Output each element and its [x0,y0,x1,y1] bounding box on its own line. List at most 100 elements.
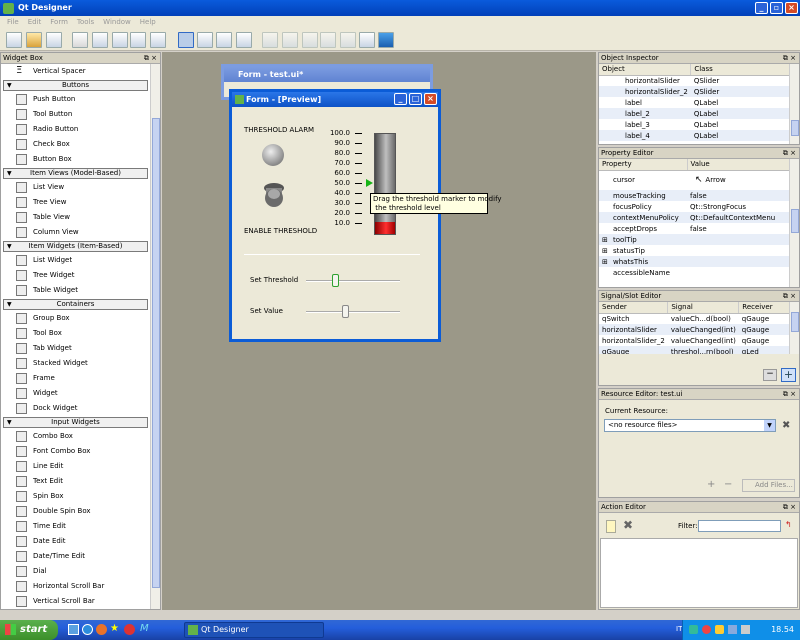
property-editor-row[interactable]: accessibleName [599,267,791,278]
widget-item-frame[interactable]: Frame [1,371,150,386]
preview-maximize-button[interactable]: □ [409,93,422,105]
object-inspector-row[interactable]: label QLabel [599,97,791,108]
widget-item-tool-button[interactable]: Tool Button [1,107,150,122]
break-layout-icon[interactable] [359,32,375,48]
column-header-class[interactable]: Class [690,64,791,76]
save-icon[interactable] [46,32,62,48]
menu-edit[interactable]: Edit [25,16,48,29]
tray-app-icon[interactable] [715,625,724,634]
edit-widgets-icon[interactable] [178,32,194,48]
quicklaunch-firefox-icon[interactable] [96,624,107,635]
remove-connection-button[interactable]: − [763,369,777,381]
menu-tools[interactable]: Tools [74,16,100,29]
add-resource-icon[interactable]: + [707,480,719,492]
object-inspector-row[interactable]: horizontalSlider QSlider [599,75,791,86]
widget-category-0[interactable]: ▼ Buttons [3,80,148,91]
column-header-object[interactable]: Object [599,64,692,76]
taskbar-qt-designer-button[interactable]: Qt Designer [184,622,324,638]
widget-item-widget[interactable]: Widget [1,386,150,401]
edit-signals-slots-icon[interactable] [197,32,213,48]
quicklaunch-ie-icon[interactable] [82,624,93,635]
column-header-value[interactable]: Value [687,159,791,171]
expand-plus-icon[interactable]: ⊞ [602,258,608,266]
property-editor-row[interactable]: contextMenuPolicy Qt::DefaultContextMenu [599,212,791,223]
widget-category-4[interactable]: ▼ Input Widgets [3,417,148,428]
dock-float-close-icon[interactable]: ⧉ × [783,53,796,64]
signal-slot-row[interactable]: qGauge threshol...rn(bool) qLed [599,346,791,354]
widget-item-push-button[interactable]: Push Button [1,92,150,107]
property-editor-scrollbar[interactable] [789,159,799,287]
resource-combo[interactable]: <no resource files> ▼ [604,419,776,432]
quicklaunch-star-icon[interactable]: ★ [110,623,119,634]
widget-item-horizontal-scroll-bar[interactable]: Horizontal Scroll Bar [1,579,150,594]
widget-item-list-view[interactable]: List View [1,180,150,195]
preview-close-button[interactable]: × [424,93,437,105]
layout-vertical-icon[interactable] [282,32,298,48]
property-editor-row[interactable]: cursor ↖ Arrow [599,170,791,190]
add-files-button[interactable]: Add Files... [742,479,795,492]
action-list[interactable] [600,538,798,608]
widget-item-table-view[interactable]: Table View [1,210,150,225]
property-editor-row[interactable]: acceptDrops false [599,223,791,234]
widget-category-1[interactable]: ▼ Item Views (Model-Based) [3,168,148,179]
tray-monitor-icon[interactable] [728,625,737,634]
widget-item-radio-button[interactable]: Radio Button [1,122,150,137]
menu-window[interactable]: Window [100,16,137,29]
layout-vertical-splitter-icon[interactable] [320,32,336,48]
new-action-icon[interactable] [606,520,616,533]
widget-item-list-widget[interactable]: List Widget [1,253,150,268]
property-editor-row[interactable]: ⊞ statusTip [599,245,791,256]
filter-input[interactable] [698,520,781,532]
open-folder-icon[interactable] [26,32,42,48]
widget-item-date-time-edit[interactable]: Date/Time Edit [1,549,150,564]
layout-grid-icon[interactable] [340,32,356,48]
tray-network-icon[interactable] [689,625,698,634]
widget-item-line-edit[interactable]: Line Edit [1,459,150,474]
widget-item-group-box[interactable]: Group Box [1,311,150,326]
object-inspector-row[interactable]: label_3 QLabel [599,119,791,130]
dock-float-close-icon[interactable]: ⧉ × [783,148,796,159]
edit-buddies-icon[interactable] [216,32,232,48]
menu-file[interactable]: File [4,16,25,29]
delete-action-icon[interactable]: ✖ [623,518,633,532]
widget-item-check-box[interactable]: Check Box [1,137,150,152]
widget-item-tree-view[interactable]: Tree View [1,195,150,210]
property-editor-row[interactable]: mouseTracking false [599,190,791,201]
preview-minimize-button[interactable]: _ [394,93,407,105]
expand-plus-icon[interactable]: ⊞ [602,247,608,255]
layout-horizontal-icon[interactable] [262,32,278,48]
chevron-down-icon[interactable]: ▼ [764,420,775,431]
widget-item-double-spin-box[interactable]: Double Spin Box [1,504,150,519]
restore-button[interactable]: ▫ [770,2,783,14]
widget-item-dock-widget[interactable]: Dock Widget [1,401,150,416]
widget-item-font-combo-box[interactable]: Font Combo Box [1,444,150,459]
quicklaunch-desktop-icon[interactable] [68,624,79,635]
remove-file-icon[interactable]: − [724,480,736,492]
widget-category-3[interactable]: ▼ Containers [3,299,148,310]
widget-item-column-view[interactable]: Column View [1,225,150,240]
dock-float-close-icon[interactable]: ⧉ × [783,389,796,400]
menu-form[interactable]: Form [47,16,74,29]
dock-float-close-icon[interactable]: ⧉ × [144,53,157,64]
object-inspector-scrollbar[interactable] [789,64,799,144]
cut-icon[interactable] [72,32,88,48]
object-inspector-row[interactable]: horizontalSlider_2 QSlider [599,86,791,97]
widget-item-tab-widget[interactable]: Tab Widget [1,341,150,356]
scrollbar-thumb[interactable] [152,118,160,588]
minimize-button[interactable]: _ [755,2,768,14]
widget-item-text-edit[interactable]: Text Edit [1,474,150,489]
signal-slot-scrollbar[interactable] [789,302,799,354]
send-to-back-icon[interactable] [130,32,146,48]
clear-filter-icon[interactable]: ↰ [785,520,792,529]
object-inspector-row[interactable]: label_2 QLabel [599,108,791,119]
property-editor-row[interactable]: ⊞ toolTip [599,234,791,245]
signal-slot-row[interactable]: horizontalSlider_2 valueChanged(int) qGaug… [599,335,791,346]
column-header-property[interactable]: Property [599,159,688,171]
edit-tab-order-icon[interactable] [236,32,252,48]
widget-item-vertical-scroll-bar[interactable]: Vertical Scroll Bar [1,594,150,609]
widget-item-vertical-spacer[interactable]: Ξ Vertical Spacer [1,64,150,79]
column-header-sender[interactable]: Sender [599,302,669,314]
quicklaunch-opera-icon[interactable] [124,624,135,635]
widget-item-combo-box[interactable]: Combo Box [1,429,150,444]
property-editor-row[interactable]: focusPolicy Qt::StrongFocus [599,201,791,212]
